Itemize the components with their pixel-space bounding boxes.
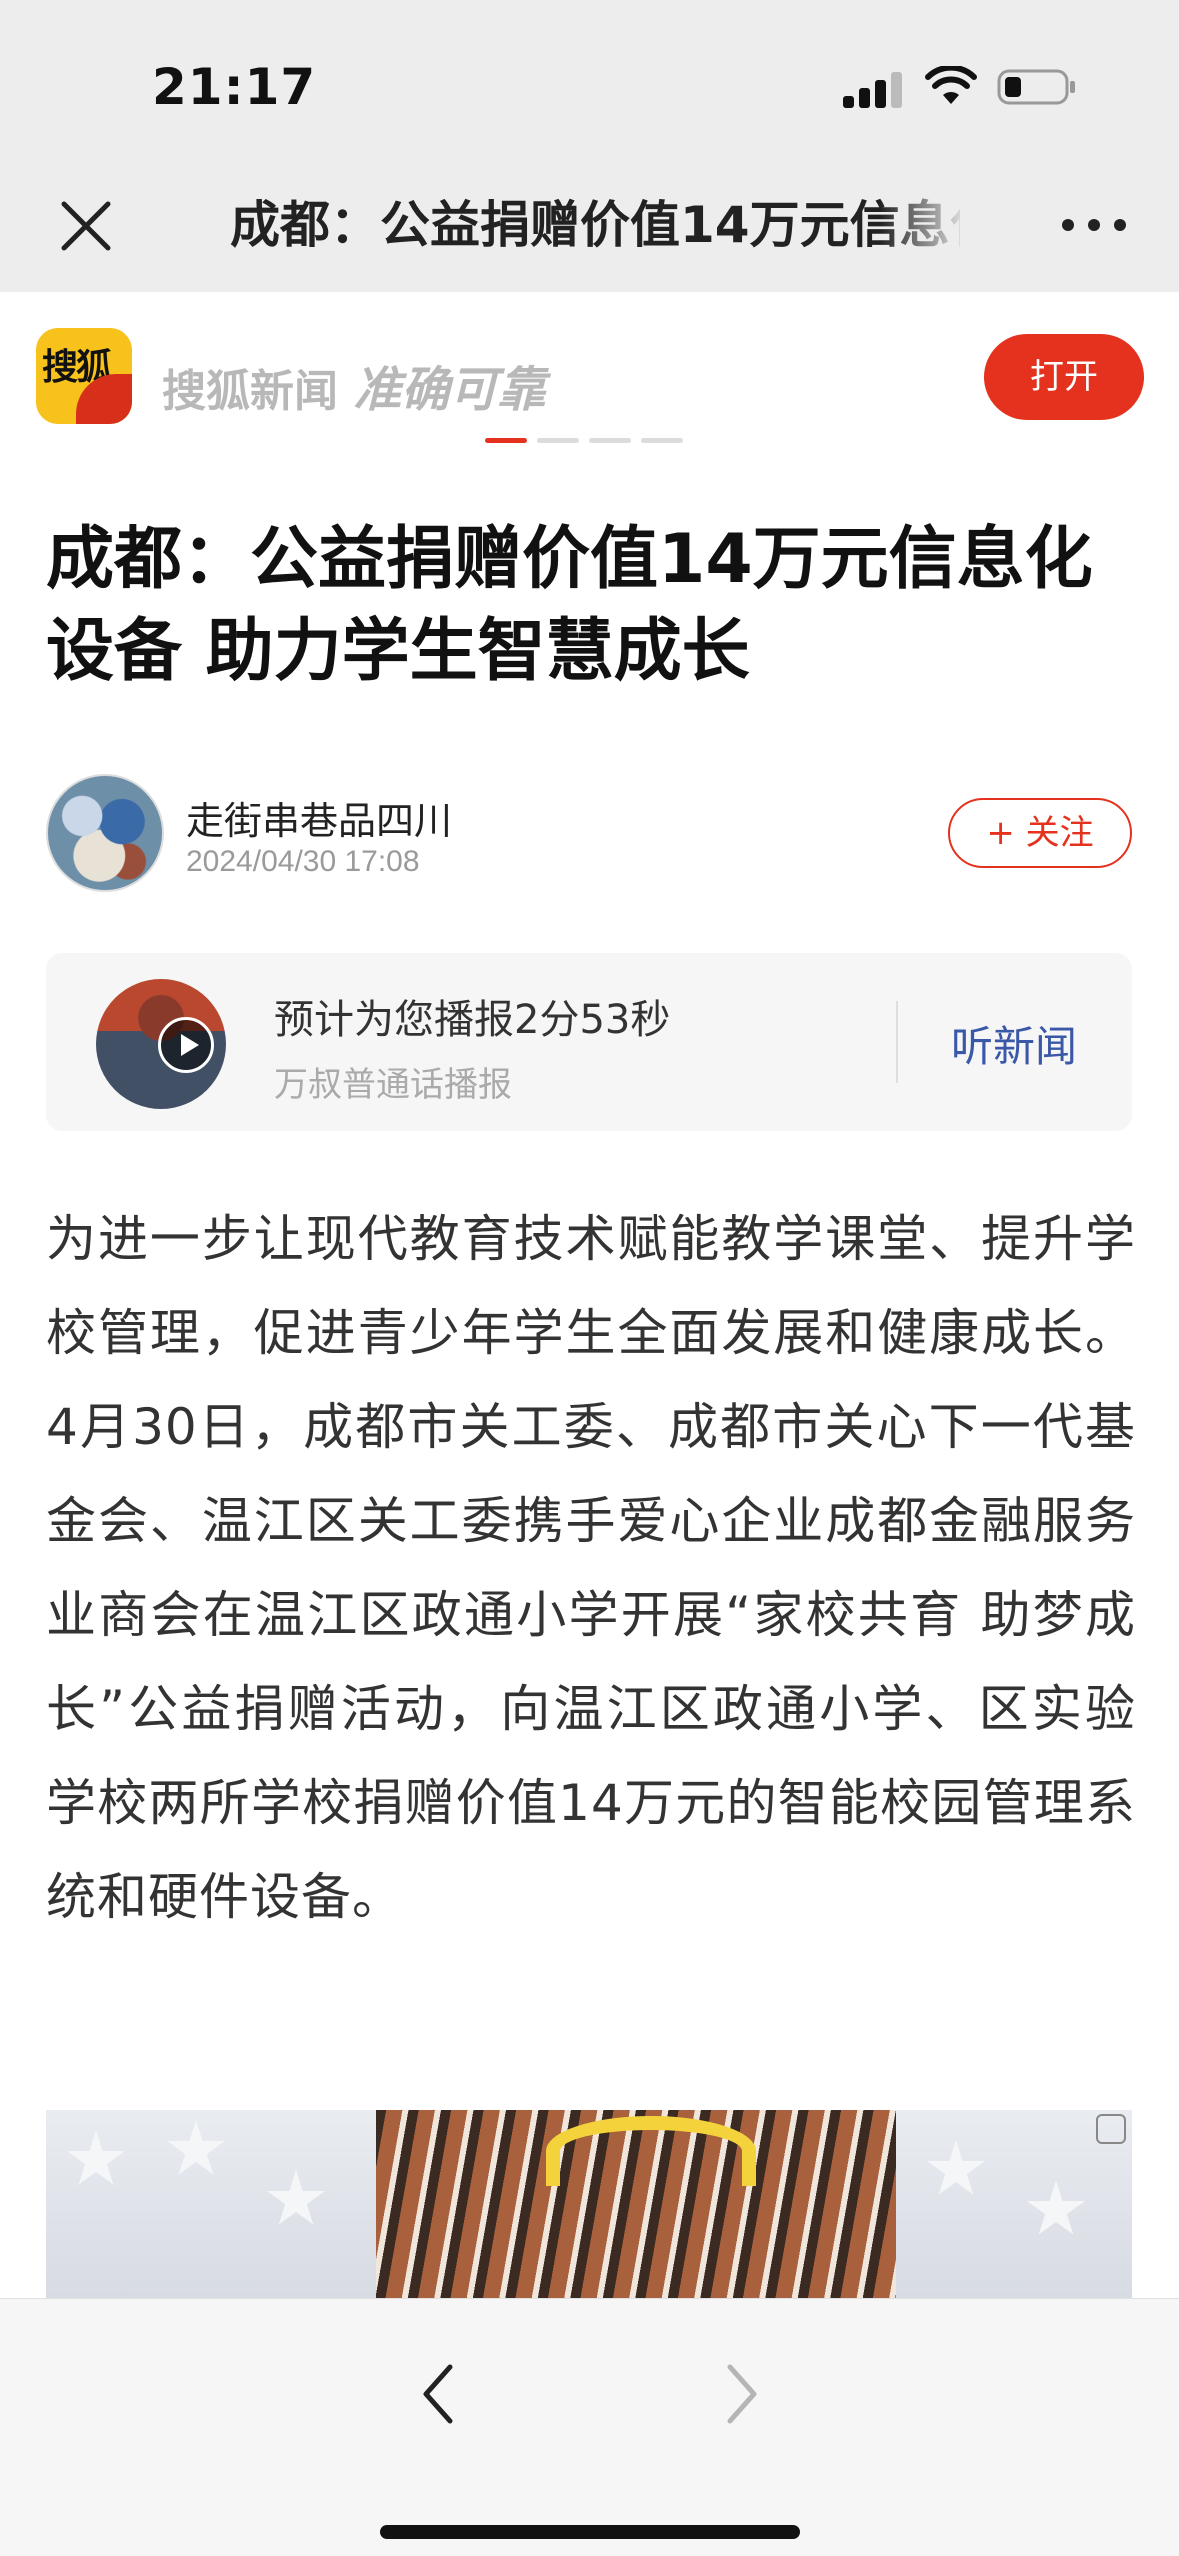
publish-time: 2024/04/30 17:08 [186, 845, 420, 878]
status-time: 21:17 [152, 58, 317, 116]
sohu-app-logo[interactable]: 搜狐 [36, 328, 132, 424]
app-slogan: 搜狐新闻 准确可靠 [162, 350, 545, 420]
open-app-button[interactable]: 打开 [984, 334, 1144, 420]
audio-news-card[interactable]: 预计为您播报2分53秒 万叔普通话播报 听新闻 [46, 953, 1132, 1131]
nav-title: 成都：公益捐赠价值14万元信息化设备 助力学生智慧成长 [230, 196, 960, 254]
carousel-dot[interactable] [589, 438, 631, 443]
app-name: 搜狐新闻 [162, 366, 338, 417]
close-icon[interactable] [56, 196, 116, 256]
divider [896, 1001, 898, 1083]
audio-duration-text: 预计为您播报2分53秒 [274, 997, 671, 1043]
battery-icon [997, 69, 1075, 105]
star-shape [167, 2120, 225, 2175]
cellular-signal-icon [843, 70, 905, 108]
chevron-left-icon[interactable] [418, 2359, 458, 2429]
carousel-indicator [485, 438, 685, 444]
article-headline: 成都：公益捐赠价值14万元信息化设备 助力学生智慧成长 [46, 520, 1093, 691]
star-shape [67, 2130, 125, 2185]
carousel-dot[interactable] [485, 438, 527, 443]
chevron-right-icon[interactable] [722, 2359, 762, 2429]
article-body: 为进一步让现代教育技术赋能教学课堂、提升学校管理，促进青少年学生全面发展和健康成… [46, 1210, 1136, 1926]
expand-icon[interactable] [1096, 2114, 1126, 2144]
star-shape [267, 2170, 325, 2225]
home-indicator[interactable] [380, 2525, 800, 2539]
play-icon[interactable] [158, 1017, 214, 1073]
more-icon[interactable] [1062, 214, 1126, 236]
app-tagline: 准确可靠 [353, 362, 546, 418]
carousel-dot[interactable] [641, 438, 683, 443]
star-shape [927, 2140, 985, 2195]
listen-news-button[interactable]: 听新闻 [951, 1013, 1077, 1074]
nav-title-fade [880, 190, 970, 260]
follow-button[interactable]: + 关注 [948, 798, 1132, 868]
author-name[interactable]: 走街串巷品四川 [186, 790, 452, 845]
audio-thumbnail[interactable] [96, 979, 226, 1109]
carousel-dot[interactable] [537, 438, 579, 443]
audio-voice-text: 万叔普通话播报 [274, 1065, 512, 1105]
author-avatar[interactable] [46, 774, 164, 892]
wifi-icon [925, 66, 977, 104]
star-shape [1027, 2180, 1085, 2235]
bottom-toolbar [0, 2298, 1179, 2556]
article-photo[interactable] [46, 2110, 1132, 2300]
emblem-shape [546, 2116, 756, 2186]
